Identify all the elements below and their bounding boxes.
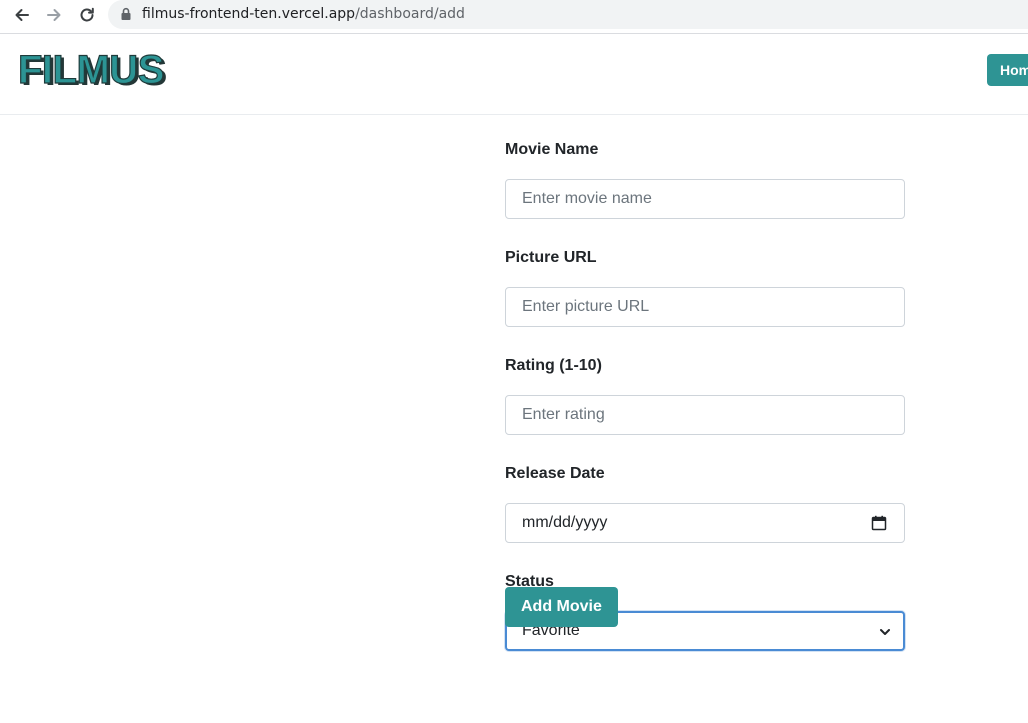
movie-name-label: Movie Name [505, 141, 599, 158]
forward-arrow-icon[interactable] [43, 4, 65, 26]
browser-toolbar: filmus-frontend-ten.vercel.app/dashboard… [0, 0, 1028, 30]
picture-url-field: Picture URL [505, 248, 905, 327]
rating-label: Rating (1-10) [505, 357, 602, 374]
home-button[interactable]: Hom [987, 54, 1028, 86]
url-host: filmus-frontend-ten.vercel.app [142, 6, 356, 22]
app-header: FILMUS Hom [0, 34, 1028, 115]
address-bar[interactable]: filmus-frontend-ten.vercel.app/dashboard… [108, 0, 1028, 29]
reload-icon[interactable] [76, 4, 98, 26]
add-movie-form: Movie Name Picture URL Rating (1-10) Rel… [505, 140, 905, 680]
picture-url-label: Picture URL [505, 249, 597, 266]
back-arrow-icon[interactable] [11, 4, 33, 26]
release-date-input[interactable] [505, 503, 905, 543]
chevron-down-icon[interactable] [879, 625, 891, 637]
add-movie-button[interactable]: Add Movie [505, 587, 618, 627]
calendar-icon[interactable] [871, 515, 887, 531]
logo[interactable]: FILMUS [17, 47, 165, 92]
movie-name-field: Movie Name [505, 140, 905, 219]
rating-input[interactable] [505, 395, 905, 435]
lock-icon[interactable] [120, 7, 132, 26]
url-path: /dashboard/add [355, 6, 465, 22]
release-date-label: Release Date [505, 465, 605, 482]
movie-name-input[interactable] [505, 179, 905, 219]
picture-url-input[interactable] [505, 287, 905, 327]
rating-field: Rating (1-10) [505, 356, 905, 435]
release-date-wrapper: mm/dd/yyyy [505, 503, 905, 543]
url-text: filmus-frontend-ten.vercel.app/dashboard… [142, 6, 465, 22]
release-date-field: Release Date mm/dd/yyyy [505, 464, 905, 543]
